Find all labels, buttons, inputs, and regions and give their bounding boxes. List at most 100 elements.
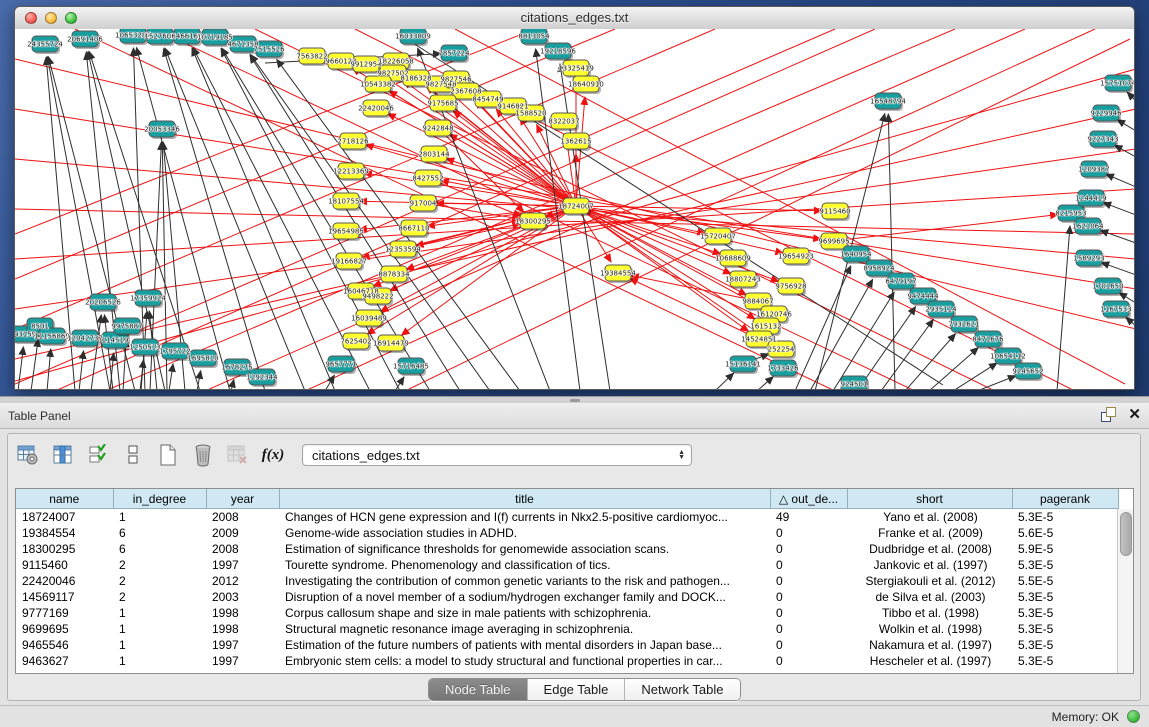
delete-table-button[interactable]: [226, 443, 250, 467]
table-cell[interactable]: Embryonic stem cells: a model to study s…: [279, 653, 770, 669]
table-cell[interactable]: 14569117: [16, 589, 113, 605]
table-cell[interactable]: de Silva et al. (2003): [847, 589, 1012, 605]
table-cell[interactable]: 0: [770, 525, 847, 541]
table-cell[interactable]: 1998: [206, 605, 279, 621]
table-cell[interactable]: 1: [113, 653, 206, 669]
graph-edge[interactable]: [833, 292, 894, 390]
table-options-button[interactable]: [16, 443, 40, 467]
column-header-name[interactable]: name: [16, 489, 113, 509]
table-cell[interactable]: 6: [113, 525, 206, 541]
graph-edge[interactable]: [18, 347, 23, 390]
column-header-in_degree[interactable]: in_degree: [113, 489, 206, 509]
table-row[interactable]: 946362711997Embryonic stem cells: a mode…: [16, 653, 1118, 669]
graph-edge[interactable]: [231, 380, 234, 390]
table-cell[interactable]: 0: [770, 621, 847, 637]
table-cell[interactable]: 5.3E-5: [1012, 637, 1118, 653]
tab-network-table[interactable]: Network Table: [625, 679, 739, 700]
table-cell[interactable]: 0: [770, 605, 847, 621]
table-row[interactable]: 1830029562008Estimation of significance …: [16, 541, 1118, 557]
table-cell[interactable]: Nakamura et al. (1997): [847, 637, 1012, 653]
table-row[interactable]: 969969511998Structural magnetic resonanc…: [16, 621, 1118, 637]
table-cell[interactable]: 49: [770, 509, 847, 526]
graph-edge[interactable]: [1103, 203, 1134, 215]
splitter-grip-icon[interactable]: [570, 399, 580, 402]
graph-edge[interactable]: [881, 319, 933, 390]
graph-edge[interactable]: [31, 339, 38, 390]
table-cell[interactable]: 9777169: [16, 605, 113, 621]
new-column-button[interactable]: [156, 443, 180, 467]
graph-edge[interactable]: [79, 351, 84, 390]
close-panel-icon[interactable]: ✕: [1128, 407, 1141, 422]
table-cell[interactable]: 2003: [206, 589, 279, 605]
table-cell[interactable]: Changes of HCN gene expression and I(f) …: [279, 509, 770, 526]
table-cell[interactable]: 0: [770, 589, 847, 605]
table-cell[interactable]: 1: [113, 637, 206, 653]
float-panel-icon[interactable]: [1101, 407, 1116, 422]
graph-edge[interactable]: [91, 315, 101, 390]
table-cell[interactable]: 18300295: [16, 541, 113, 557]
table-cell[interactable]: 5.3E-5: [1012, 509, 1118, 526]
table-cell[interactable]: 2: [113, 557, 206, 573]
graph-edge[interactable]: [15, 59, 1134, 329]
graph-edge[interactable]: [977, 376, 1016, 390]
graph-edge[interactable]: [1127, 92, 1134, 101]
table-cell[interactable]: 0: [770, 653, 847, 669]
graph-edge[interactable]: [436, 203, 576, 206]
tab-node-table[interactable]: Node Table: [429, 679, 528, 700]
graph-edge[interactable]: [257, 389, 258, 390]
graph-edge[interactable]: [1100, 230, 1134, 243]
graph-canvas[interactable]: 1872400718300295193845549660123991295418…: [15, 29, 1134, 390]
table-cell[interactable]: Structural magnetic resonance image aver…: [279, 621, 770, 637]
table-cell[interactable]: Genome-wide association studies in ADHD.: [279, 525, 770, 541]
graph-edge[interactable]: [205, 29, 1025, 390]
table-cell[interactable]: 5.3E-5: [1012, 621, 1118, 637]
table-row[interactable]: 1872400712008Changes of HCN gene express…: [16, 509, 1118, 526]
table-cell[interactable]: 0: [770, 557, 847, 573]
table-cell[interactable]: 5.5E-5: [1012, 573, 1118, 589]
table-cell[interactable]: 5.3E-5: [1012, 589, 1118, 605]
table-cell[interactable]: Tibbo et al. (1998): [847, 605, 1012, 621]
graph-edge[interactable]: [715, 373, 734, 390]
table-row[interactable]: 946554611997Estimation of the future num…: [16, 637, 1118, 653]
table-cell[interactable]: Wolkin et al. (1998): [847, 621, 1012, 637]
table-cell[interactable]: 0: [770, 541, 847, 557]
graph-edge[interactable]: [192, 48, 335, 390]
table-select-dropdown[interactable]: citations_edges.txt ▲▼: [302, 444, 692, 466]
table-cell[interactable]: 1: [113, 605, 206, 621]
graph-edge[interactable]: [364, 173, 576, 206]
table-cell[interactable]: 1997: [206, 653, 279, 669]
window-titlebar[interactable]: citations_edges.txt: [15, 7, 1134, 30]
table-cell[interactable]: Investigating the contribution of common…: [279, 573, 770, 589]
table-cell[interactable]: Stergiakouli et al. (2012): [847, 573, 1012, 589]
graph-edge[interactable]: [1101, 262, 1134, 275]
table-cell[interactable]: 1: [113, 621, 206, 637]
show-columns-button[interactable]: [51, 443, 75, 467]
table-cell[interactable]: 9699695: [16, 621, 113, 637]
table-cell[interactable]: 1997: [206, 637, 279, 653]
table-cell[interactable]: 5.3E-5: [1012, 653, 1118, 669]
table-cell[interactable]: 2009: [206, 525, 279, 541]
column-header-short[interactable]: short: [847, 489, 1012, 509]
graph-edge[interactable]: [455, 29, 1125, 384]
table-cell[interactable]: 2008: [206, 509, 279, 526]
table-cell[interactable]: Hescheler et al. (1997): [847, 653, 1012, 669]
table-row[interactable]: 1938455462009Genome-wide association stu…: [16, 525, 1118, 541]
column-header-year[interactable]: year: [206, 489, 279, 509]
graph-edge[interactable]: [905, 334, 955, 390]
table-cell[interactable]: 22420046: [16, 573, 113, 589]
column-header-pagerank[interactable]: pagerank: [1012, 489, 1118, 509]
table-cell[interactable]: 18724007: [16, 509, 113, 526]
table-row[interactable]: 977716911998Corpus callosum shape and si…: [16, 605, 1118, 621]
table-cell[interactable]: 5.3E-5: [1012, 557, 1118, 573]
table-cell[interactable]: 1997: [206, 557, 279, 573]
graph-edge[interactable]: [810, 279, 873, 390]
column-header-title[interactable]: title: [279, 489, 770, 509]
table-cell[interactable]: Estimation of significance thresholds fo…: [279, 541, 770, 557]
table-cell[interactable]: 5.3E-5: [1012, 605, 1118, 621]
tab-edge-table[interactable]: Edge Table: [528, 679, 626, 700]
table-cell[interactable]: 1: [113, 509, 206, 526]
select-all-button[interactable]: [86, 443, 110, 467]
graph-edge[interactable]: [757, 377, 773, 390]
table-cell[interactable]: 9115460: [16, 557, 113, 573]
table-cell[interactable]: 2: [113, 589, 206, 605]
